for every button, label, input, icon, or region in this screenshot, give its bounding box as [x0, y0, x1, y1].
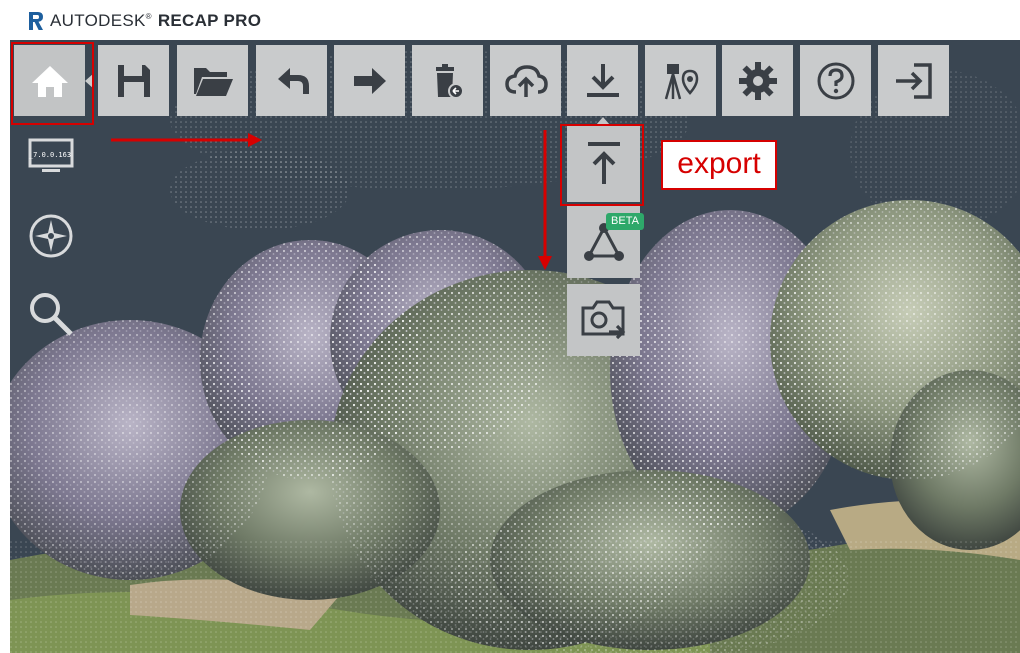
save-icon	[117, 64, 150, 97]
download-icon	[586, 63, 619, 97]
app-brand: AUTODESK	[50, 11, 146, 30]
monitor-view-button[interactable]: _7.0.0.163	[27, 138, 75, 176]
open-button[interactable]	[177, 45, 248, 116]
export-callout: export	[661, 140, 777, 190]
survey-tripod-icon	[664, 63, 698, 99]
search-button[interactable]	[27, 290, 75, 338]
gear-icon	[738, 61, 777, 100]
camera-arrow-icon	[581, 300, 625, 340]
home-menu-pointer	[85, 73, 94, 89]
navigation-wheel-button[interactable]	[27, 212, 75, 260]
upload-button[interactable]	[490, 45, 561, 116]
compass-icon	[29, 214, 73, 258]
redo-icon	[353, 67, 386, 94]
trash-icon	[435, 63, 464, 99]
redo-button[interactable]	[334, 45, 405, 116]
exit-icon	[895, 62, 932, 99]
point-cloud-scene	[10, 40, 1020, 653]
export-button[interactable]	[567, 124, 640, 202]
home-button[interactable]	[14, 45, 85, 116]
home-icon	[31, 65, 68, 97]
point-cloud-viewport[interactable]	[10, 40, 1020, 653]
beta-badge: BETA	[606, 213, 644, 230]
exit-button[interactable]	[878, 45, 949, 116]
export-icon	[587, 142, 620, 184]
geolocation-button[interactable]	[645, 45, 716, 116]
save-button[interactable]	[98, 45, 169, 116]
settings-button[interactable]	[722, 45, 793, 116]
app-product: RECAP PRO	[157, 11, 262, 30]
title-bar: AUTODESK® RECAP PRO	[0, 0, 1020, 40]
screenshot-button[interactable]	[567, 284, 640, 356]
app-title: AUTODESK® RECAP PRO	[50, 11, 261, 31]
help-icon	[817, 62, 854, 99]
undo-button[interactable]	[256, 45, 327, 116]
search-icon	[30, 293, 73, 336]
download-button[interactable]	[567, 45, 638, 116]
help-button[interactable]	[800, 45, 871, 116]
cloud-upload-icon	[504, 64, 548, 97]
recap-logo-icon	[29, 12, 43, 30]
monitor-version-label: _7.0.0.163	[28, 151, 72, 159]
folder-open-icon	[193, 67, 233, 96]
undo-icon	[277, 67, 309, 94]
registered-mark: ®	[145, 12, 152, 21]
delete-button[interactable]	[412, 45, 483, 116]
